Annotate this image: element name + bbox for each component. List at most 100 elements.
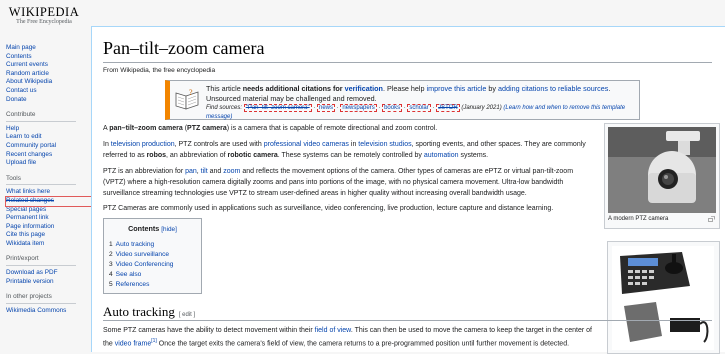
p2-text-a: In: [103, 141, 111, 148]
sidebar-contribute-group: Help Learn to edit Community portal Rece…: [6, 125, 91, 168]
toc-title: Contents: [128, 224, 160, 233]
find-sources-label: Find sources:: [206, 105, 244, 111]
link-professional-video-cameras[interactable]: professional video cameras: [264, 141, 349, 148]
sidebar-main-group: Main page Contents Current events Random…: [6, 44, 91, 104]
toc-item-label: References: [115, 281, 150, 288]
paragraph-intro: A pan–tilt–zoom camera (PTZ camera) is a…: [103, 123, 593, 134]
site-subtitle: From Wikipedia, the free encyclopedia: [103, 67, 216, 74]
p1-bold-term: pan–tilt–zoom camera: [109, 125, 183, 132]
sidebar-item-permanent-link[interactable]: Permanent link: [6, 214, 91, 223]
section-divider: [103, 320, 712, 321]
sidebar-item-recent-changes[interactable]: Recent changes: [6, 151, 91, 160]
toc-hide-toggle[interactable]: [hide]: [161, 226, 177, 233]
notice-date: (January 2021): [459, 105, 502, 111]
page-title: Pan–tilt–zoom camera: [103, 38, 265, 58]
sidebar-other-projects-group: Wikimedia Commons: [6, 307, 91, 316]
infobox-caption: A modern PTZ camera: [608, 216, 669, 222]
paragraph-tv-production: In television production, PTZ controls a…: [103, 139, 593, 161]
link-television-production[interactable]: television production: [111, 141, 175, 148]
find-source-scholar[interactable]: scholar: [407, 104, 431, 112]
notice-text-pre: This article: [206, 84, 243, 93]
adding-citations-link[interactable]: adding citations to reliable sources: [498, 84, 608, 93]
sidebar-heading-print: Print/export: [6, 255, 76, 267]
sidebar: Main page Contents Current events Random…: [5, 44, 92, 317]
sidebar-item-help[interactable]: Help: [6, 125, 91, 134]
p2-text-f: . These systems can be remotely controll…: [277, 152, 424, 159]
sidebar-item-donate[interactable]: Donate: [6, 96, 91, 105]
link-field-of-view[interactable]: field of view: [315, 327, 351, 334]
p5-text-c: Once the target exits the camera's field…: [156, 340, 570, 348]
p2-text-e: , an abbreviation of: [166, 152, 228, 159]
sidebar-item-page-information[interactable]: Page information: [6, 223, 91, 232]
sidebar-item-random-article[interactable]: Random article: [6, 70, 91, 79]
toc-item-video-conferencing[interactable]: 3 Video Conferencing: [109, 260, 173, 270]
toc-item-number: 1: [109, 241, 113, 248]
p1-text-d: ) is a camera that is capable of remote …: [226, 125, 438, 132]
sidebar-item-printable-version[interactable]: Printable version: [6, 278, 91, 287]
toc-header: Contents [hide]: [104, 224, 201, 233]
sidebar-item-cite-this-page[interactable]: Cite this page: [6, 231, 91, 240]
sidebar-item-about[interactable]: About Wikipedia: [6, 78, 91, 87]
p5-text-a: Some PTZ cameras have the ability to det…: [103, 327, 315, 334]
sidebar-item-what-links-here[interactable]: What links here: [6, 188, 91, 197]
toc-item-number: 2: [109, 251, 113, 258]
infobox-image-controller: [607, 241, 720, 354]
citation-notice: ? This article needs additional citation…: [165, 80, 640, 120]
sidebar-heading-contribute: Contribute: [6, 111, 76, 122]
section-title: Auto tracking: [103, 304, 175, 319]
notice-text-mid: . Please help: [382, 84, 427, 93]
sidebar-item-wikimedia-commons[interactable]: Wikimedia Commons: [6, 307, 91, 316]
toc-item-label: See also: [115, 271, 142, 278]
sidebar-heading-tools: Tools: [6, 175, 76, 186]
sidebar-tools-group: What links here Related changes Special …: [5, 188, 92, 249]
sidebar-item-main-page[interactable]: Main page: [6, 44, 91, 53]
sidebar-item-download-pdf[interactable]: Download as PDF: [6, 269, 91, 278]
infobox-image-ptz-camera: A modern PTZ camera: [604, 123, 720, 229]
paragraph-applications: PTZ Cameras are commonly used in applica…: [103, 205, 554, 212]
link-zoom[interactable]: zoom: [223, 168, 240, 175]
notice-text: This article needs additional citations …: [206, 84, 636, 122]
link-television-studios[interactable]: television studios: [358, 141, 411, 148]
sidebar-item-learn-to-edit[interactable]: Learn to edit: [6, 133, 91, 142]
find-source-newspapers[interactable]: newspapers: [340, 104, 377, 112]
find-sources: Find sources: "Pan–tilt–zoom camera" · n…: [206, 104, 626, 120]
sidebar-item-current-events[interactable]: Current events: [6, 61, 91, 70]
sidebar-item-special-pages[interactable]: Special pages: [6, 206, 91, 215]
toc-item-see-also[interactable]: 4 See also: [109, 270, 173, 280]
wikipedia-logo[interactable]: WIKIPEDIA The Free Encyclopedia: [2, 5, 86, 25]
link-tilt[interactable]: tilt: [201, 168, 208, 175]
p3-text-a: PTZ is an abbreviation for: [103, 168, 186, 175]
sidebar-item-wikidata-item[interactable]: Wikidata item: [6, 240, 91, 249]
ptz-camera-photo[interactable]: [608, 127, 716, 213]
toc-item-references[interactable]: 5 References: [109, 280, 173, 290]
link-video-frame[interactable]: video frame: [115, 340, 152, 347]
sidebar-heading-other-projects: In other projects: [6, 293, 76, 304]
toc-item-video-surveillance[interactable]: 2 Video surveillance: [109, 250, 173, 260]
improve-article-link[interactable]: improve this article: [427, 84, 487, 93]
find-source-jstor[interactable]: JSTOR: [436, 104, 460, 112]
book-question-icon: ?: [175, 88, 199, 110]
sidebar-item-related-changes[interactable]: Related changes: [5, 195, 92, 207]
toc-item-label: Video surveillance: [115, 251, 170, 258]
find-source-news[interactable]: news: [317, 104, 336, 112]
sidebar-item-community-portal[interactable]: Community portal: [6, 142, 91, 151]
section-edit-link[interactable]: [ edit ]: [179, 312, 195, 318]
toc-item-auto-tracking[interactable]: 1 Auto tracking: [109, 240, 173, 250]
toc-item-number: 4: [109, 271, 113, 278]
link-automation[interactable]: automation: [424, 152, 459, 159]
sidebar-print-group: Download as PDF Printable version: [6, 269, 91, 286]
find-source-title[interactable]: "Pan–tilt–zoom camera": [243, 104, 312, 112]
sidebar-item-upload-file[interactable]: Upload file: [6, 159, 91, 168]
p2-text-g: systems.: [458, 152, 489, 159]
section-heading-auto-tracking: Auto tracking [ edit ]: [103, 304, 195, 320]
find-source-books[interactable]: books: [382, 104, 403, 112]
link-pan[interactable]: pan: [185, 168, 197, 175]
notice-text-bold: needs additional citations for: [242, 84, 345, 93]
ptz-controller-photo[interactable]: [612, 246, 714, 350]
paragraph-auto-tracking: Some PTZ cameras have the ability to det…: [103, 325, 603, 349]
sidebar-item-contact[interactable]: Contact us: [6, 87, 91, 96]
sidebar-item-contents[interactable]: Contents: [6, 53, 91, 62]
p2-text-c: in: [348, 141, 359, 148]
enlarge-icon[interactable]: [708, 216, 715, 222]
verification-link[interactable]: verification: [345, 84, 383, 93]
